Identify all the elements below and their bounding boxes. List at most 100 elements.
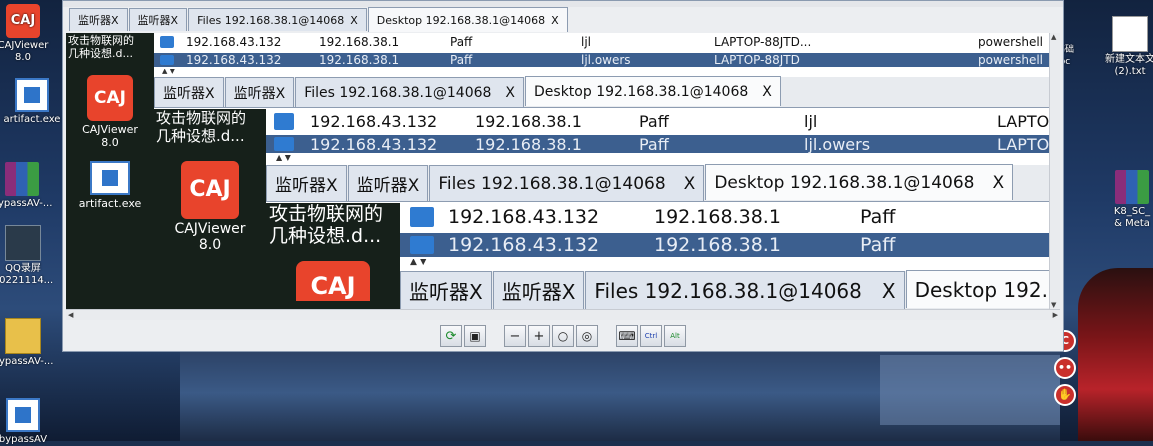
caj-version: 8.0 <box>198 237 222 253</box>
caj-icon: CAJ <box>6 4 40 38</box>
desktop-icon-new-text-doc[interactable]: 新建文本文 (2).txt <box>1098 16 1153 78</box>
tiny-scroll-arrows: ▲ ▼ <box>410 259 427 267</box>
refresh-button[interactable]: ⟳ <box>440 325 462 347</box>
caj-icon: CAJ <box>181 161 239 219</box>
tab-listener-2[interactable]: 监听器X <box>347 165 429 201</box>
tab-desktop[interactable]: Desktop 192.168.38.1@14068 X <box>367 7 568 32</box>
scroll-down-icon[interactable]: ▼ <box>1051 301 1056 309</box>
desktop-icon-k8-sc[interactable]: K8_SC_ & Meta <box>1104 170 1153 230</box>
session-row-selected[interactable]: 192.168.43.132 192.168.38.1 Paff ljl.owe… <box>154 53 1060 67</box>
desktop-icon-bypassav-1[interactable]: bypassAV-... <box>0 162 57 210</box>
zoom-out-button[interactable]: − <box>504 325 526 347</box>
tab-listener-2[interactable]: 监听器X <box>224 77 295 107</box>
session-row-selected[interactable]: 192.168.43.132 192.168.38.1 Paff ljl.owe… <box>266 134 1050 154</box>
user: ljl <box>804 111 818 131</box>
computer: LAPTOP-88JTD <box>714 53 800 67</box>
window-tab-strip: 监听器X 监听器X Files 192.168.38.1@14068 X Desk… <box>69 7 569 32</box>
tab-files[interactable]: Files 192.168.38.1@14068 X <box>188 8 367 31</box>
scroll-right-icon[interactable]: ▶ <box>1053 310 1058 320</box>
user: ljl <box>581 35 592 49</box>
user: ljl.owers <box>581 53 631 67</box>
artifact-label: artifact.exe <box>78 197 142 210</box>
tab-desktop[interactable]: Desktop 192.168.38.1@14068 <box>905 270 1050 308</box>
tab-listener-2[interactable]: 监听器X <box>492 271 585 309</box>
remote-file-label: 攻击物联网的 几种设想.d... <box>156 109 247 145</box>
internal-ip: 192.168.38.1 <box>654 206 781 228</box>
tab-listener-1[interactable]: 监听器X <box>154 77 224 107</box>
close-icon[interactable]: X <box>505 85 515 101</box>
tab-files[interactable]: Files 192.168.38.1@14068 X <box>429 165 705 201</box>
vertical-scrollbar[interactable]: ▲ ▼ <box>1049 33 1060 309</box>
windows-icon <box>410 236 434 254</box>
close-icon[interactable]: X <box>350 14 358 27</box>
close-icon[interactable]: X <box>551 14 559 27</box>
exe-file-icon <box>6 398 40 432</box>
desktop-icon-bypassav-3[interactable]: bypassAV <box>0 398 58 446</box>
scroll-left-icon[interactable]: ◀ <box>68 310 73 320</box>
screenshot-button[interactable]: ▣ <box>464 325 486 347</box>
tab-desktop[interactable]: Desktop 192.168.38.1@14068 X <box>525 76 781 106</box>
computer: LAPTOP-88JTD <box>997 134 1050 154</box>
send-keys-button[interactable]: ⌨ <box>616 325 638 347</box>
desktop-icon-caj-viewer[interactable]: CAJ CAJViewer 8.0 <box>0 4 58 64</box>
text-file-icon <box>1112 16 1148 52</box>
desktop-icon-bypassav-2[interactable]: bypassAV-... <box>0 318 58 368</box>
zoom-reset-button[interactable]: ○ <box>552 325 574 347</box>
wallpaper-anime-character <box>1078 268 1153 441</box>
floating-hand-button[interactable]: ✋ <box>1054 384 1076 406</box>
alt-button[interactable]: Alt <box>664 325 686 347</box>
desktop-icon-label: QQ录屏 20221114... <box>0 263 54 286</box>
tab-files[interactable]: Files 192.168.38.1@14068 X <box>295 77 525 107</box>
windows-icon <box>410 207 434 227</box>
horizontal-scrollbar[interactable]: ◀ ▶ <box>66 309 1060 320</box>
tab-listener-2[interactable]: 监听器X <box>128 8 188 31</box>
close-icon[interactable]: X <box>992 173 1004 193</box>
tab-listener-1[interactable]: 监听器X <box>400 271 492 309</box>
tab-files[interactable]: Files 192.168.38.1@14068 X <box>585 271 905 309</box>
tab-desktop[interactable]: Desktop 192.168.38.1@14068 X <box>705 164 1014 200</box>
remote-desktop-sidebar-3: 攻击物联网的 几种设想.d... CAJ <box>266 203 400 309</box>
tiny-scroll-arrows: ▲ ▼ <box>162 69 176 75</box>
folder-zip-icon <box>5 318 41 354</box>
desktop-icon-qq-recording[interactable]: QQ录屏 20221114... <box>0 225 58 287</box>
nested-tab-strip: 监听器X 监听器X Files 192.168.38.1@14068 X Desk… <box>400 270 1050 309</box>
nested-tab-strip: 监听器X 监听器X Files 192.168.38.1@14068 X Desk… <box>266 164 1050 202</box>
exe-file-icon <box>90 161 130 195</box>
desktop-icon-label: CAJViewer 8.0 <box>0 40 49 63</box>
computer: LAPTOP-88JTD... <box>997 111 1050 131</box>
ctrl-button[interactable]: Ctrl <box>640 325 662 347</box>
caj-icon: CAJ <box>296 261 370 301</box>
desktop-icon-artifact[interactable]: artifact.exe <box>0 78 67 126</box>
user: ljl.owers <box>804 134 871 154</box>
zoom-fit-button[interactable]: ◎ <box>576 325 598 347</box>
listener: Paff <box>639 111 669 131</box>
windows-icon <box>274 112 294 130</box>
session-row[interactable]: 192.168.43.132 192.168.38.1 Paff <box>400 203 1050 231</box>
internal-ip: 192.168.38.1 <box>475 111 582 131</box>
desktop-icon-label: bypassAV <box>0 434 48 445</box>
scroll-up-icon[interactable]: ▲ <box>1051 33 1056 41</box>
desktop-icon-label: artifact.exe <box>3 114 61 125</box>
remote-file-label: 攻击物联网的 几种设想.d... <box>269 203 384 247</box>
remote-file-label: 攻击物联网的 几种设想.d... <box>68 34 134 60</box>
process: powershell <box>978 35 1043 49</box>
external-ip: 192.168.43.132 <box>310 134 438 154</box>
listener: Paff <box>450 53 473 67</box>
zoom-in-button[interactable]: + <box>528 325 550 347</box>
tab-listener-1[interactable]: 监听器X <box>69 8 128 31</box>
desktop-icon-label: bypassAV-... <box>0 356 54 367</box>
session-row-selected[interactable]: 192.168.43.132 192.168.38.1 Paff <box>400 233 1050 257</box>
session-row[interactable]: 192.168.43.132 192.168.38.1 Paff ljl LAP… <box>154 33 1060 51</box>
tab-listener-1[interactable]: 监听器X <box>266 165 347 201</box>
listener: Paff <box>860 206 896 228</box>
session-row[interactable]: 192.168.43.132 192.168.38.1 Paff ljl LAP… <box>266 109 1050 133</box>
close-icon[interactable]: X <box>762 84 772 100</box>
desktop-icon-label: bypassAV-... <box>0 198 53 209</box>
desktop-icon-label: 新建文本文 (2).txt <box>1105 54 1153 77</box>
remote-desktop-viewport[interactable]: 攻击物联网的 几种设想.d... CAJ CAJViewer 8.0 artifa… <box>66 33 1060 309</box>
close-icon[interactable]: X <box>684 174 696 194</box>
desktop-icon-label: K8_SC_ & Meta <box>1113 206 1151 229</box>
close-icon[interactable]: X <box>882 279 896 303</box>
floating-more-button[interactable]: •• <box>1054 357 1076 379</box>
external-ip: 192.168.43.132 <box>186 35 282 49</box>
